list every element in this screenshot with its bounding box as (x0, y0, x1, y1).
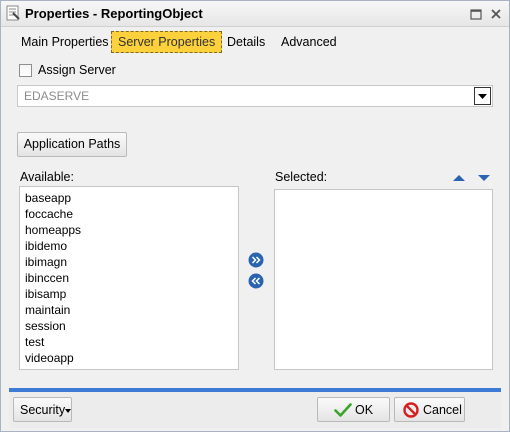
assign-server-label: Assign Server (38, 63, 116, 77)
list-item[interactable]: session (20, 318, 238, 334)
no-entry-icon (403, 402, 419, 418)
list-item[interactable]: maintain (20, 302, 238, 318)
tab-main-properties[interactable]: Main Properties (15, 31, 115, 53)
server-select[interactable]: EDASERVE (17, 85, 493, 107)
list-item[interactable]: ibinccen (20, 270, 238, 286)
double-chevron-right-icon[interactable] (247, 252, 265, 268)
close-icon[interactable] (489, 7, 503, 21)
cancel-button[interactable]: Cancel (394, 397, 465, 422)
cancel-label: Cancel (423, 403, 462, 417)
ok-button[interactable]: OK (317, 397, 390, 422)
properties-icon (6, 5, 20, 21)
double-chevron-left-icon[interactable] (247, 273, 265, 289)
chevron-down-icon (478, 94, 487, 99)
checkmark-icon (334, 403, 352, 417)
tab-server-properties[interactable]: Server Properties (111, 31, 223, 53)
application-paths-button[interactable]: Application Paths (17, 132, 127, 157)
list-item[interactable]: videoapp (20, 350, 238, 366)
title-bar[interactable]: Properties - ReportingObject (1, 1, 509, 27)
security-label: Security (20, 403, 66, 417)
list-item[interactable]: baseapp (20, 190, 238, 206)
available-list[interactable]: baseapp foccache homeapps ibidemo ibimag… (19, 186, 239, 370)
list-item[interactable]: ibisamp (20, 286, 238, 302)
server-select-value: EDASERVE (24, 89, 90, 103)
tab-advanced[interactable]: Advanced (275, 31, 343, 53)
arrow-up-icon[interactable] (452, 172, 466, 184)
list-item[interactable]: test (20, 334, 238, 350)
maximize-icon[interactable] (469, 7, 483, 21)
security-button[interactable]: Security (13, 397, 72, 422)
list-item[interactable]: ibidemo (20, 238, 238, 254)
tab-details[interactable]: Details (221, 31, 271, 53)
selected-label: Selected: (275, 170, 328, 184)
window-title: Properties - ReportingObject (25, 6, 203, 21)
caret-down-icon (65, 409, 71, 413)
properties-dialog: Properties - ReportingObject Main Proper… (0, 0, 510, 432)
dropdown-button[interactable] (474, 87, 491, 105)
ok-label: OK (355, 403, 374, 417)
list-item[interactable]: homeapps (20, 222, 238, 238)
arrow-down-icon[interactable] (477, 172, 491, 184)
list-item[interactable]: foccache (20, 206, 238, 222)
assign-server-checkbox[interactable] (19, 64, 32, 77)
available-label: Available: (20, 170, 74, 184)
selected-list[interactable] (274, 189, 493, 370)
list-item[interactable]: ibimagn (20, 254, 238, 270)
